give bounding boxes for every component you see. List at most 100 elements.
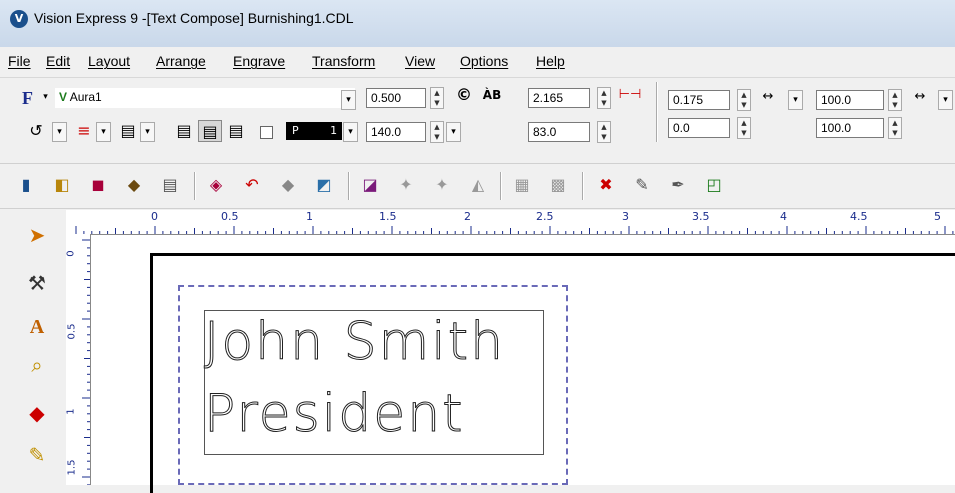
copy-icon[interactable]: ✦ — [394, 174, 418, 196]
import-icon[interactable]: ◆ — [122, 174, 146, 196]
menu-engrave[interactable]: Engrave — [233, 53, 285, 69]
rotate-dropdown[interactable]: ▾ — [52, 122, 67, 142]
rotate-icon[interactable]: ↺ — [24, 120, 48, 142]
toolpath-icon[interactable]: ◩ — [312, 174, 336, 196]
ruler-label-0-5: 0.5 — [221, 210, 239, 223]
fill-style-dropdown[interactable]: ▾ — [140, 122, 155, 142]
font-type-icon: V — [59, 90, 68, 104]
open-file-icon[interactable]: ◧ — [50, 174, 74, 196]
scale-y-spinner[interactable]: ▲ ▼ — [888, 117, 902, 139]
font-button[interactable]: F — [22, 88, 33, 109]
color-checkbox[interactable] — [260, 126, 273, 139]
value-83-field[interactable]: 83.0 — [528, 122, 590, 142]
text-line-1[interactable]: John Smith — [204, 307, 544, 377]
pencil-tool-icon[interactable]: ✎ — [24, 442, 50, 468]
line-style-icon[interactable]: ≡ — [72, 120, 96, 142]
menu-help[interactable]: Help — [536, 53, 565, 69]
font-name-field[interactable]: V Aura1 — [55, 88, 355, 108]
align-right-icon[interactable]: ▤ — [224, 120, 248, 142]
delete-icon[interactable]: ✖ — [594, 174, 618, 196]
print-icon[interactable]: ▤ — [158, 174, 182, 196]
separator — [194, 172, 196, 200]
scale-x-field[interactable]: 100.0 — [816, 90, 884, 110]
value-83-spinner[interactable]: ▲ ▼ — [597, 121, 611, 143]
ruler-label-5: 5 — [934, 210, 941, 223]
format-toolbar: F ▾ V Aura1 ▾ 0.500 ▲ ▼ © ÀB 2.165 ▲ ▼ ⊢⊣ … — [0, 78, 955, 163]
menu-file[interactable]: File — [8, 53, 31, 69]
menu-layout[interactable]: Layout — [88, 53, 130, 69]
scale-x-spinner[interactable]: ▲ ▼ — [888, 89, 902, 111]
toolbox: ➤ ⚒ A ⌕ ◆ ✎ — [14, 210, 60, 485]
separator — [500, 172, 502, 200]
color-dropdown[interactable]: ▾ — [343, 122, 358, 142]
redo-icon[interactable]: ◆ — [276, 174, 300, 196]
pos-y-spinner[interactable]: ▲ ▼ — [737, 117, 751, 139]
undo-icon[interactable]: ↶ — [240, 174, 264, 196]
h-spacing-dropdown[interactable]: ▾ — [788, 90, 803, 110]
ungroup-icon[interactable]: ▩ — [546, 174, 570, 196]
vruler-label-1: 1 — [65, 408, 77, 415]
app-logo-icon: V — [10, 10, 28, 28]
ruler-label-3-5: 3.5 — [692, 210, 710, 223]
menu-arrange[interactable]: Arrange — [156, 53, 206, 69]
pen-tool-icon[interactable]: ✒ — [666, 174, 690, 196]
menu-bar: File Edit Layout Arrange Engrave Transfo… — [0, 47, 955, 78]
line-style-dropdown[interactable]: ▾ — [96, 122, 111, 142]
fit-width-icon[interactable]: ⊢⊣ — [618, 84, 642, 106]
height-spinner[interactable]: ▲ ▼ — [430, 87, 444, 109]
pos-x-field[interactable]: 0.175 — [668, 90, 730, 110]
font-name-dropdown[interactable]: ▾ — [341, 90, 356, 110]
menu-transform[interactable]: Transform — [312, 53, 375, 69]
save-file-icon[interactable]: ◼ — [86, 174, 110, 196]
horizontal-ruler: 0 0.5 1 1.5 2 2.5 3 3.5 4 4.5 5 — [66, 210, 955, 235]
char-insert-button[interactable]: ÀB — [480, 84, 504, 106]
menu-options[interactable]: Options — [460, 53, 508, 69]
separator — [582, 172, 584, 200]
vruler-label-1-5: 1.5 — [66, 459, 78, 476]
ruler-label-1: 1 — [306, 210, 313, 223]
select-arrow-icon[interactable]: ➤ — [24, 222, 50, 248]
vertical-ruler: 0 0.5 1 1.5 — [66, 234, 91, 485]
node-edit-icon[interactable]: ✎ — [630, 174, 654, 196]
engrave-icon[interactable]: ◈ — [204, 174, 228, 196]
scale-link-icon[interactable]: ↔ — [908, 86, 932, 108]
pos-x-spinner[interactable]: ▲ ▼ — [737, 89, 751, 111]
height-field[interactable]: 0.500 — [366, 88, 426, 108]
new-file-icon[interactable]: ▮ — [14, 174, 38, 196]
menu-edit[interactable]: Edit — [46, 53, 70, 69]
layer-icon[interactable]: ◰ — [702, 174, 726, 196]
vruler-label-0: 0 — [65, 250, 77, 257]
angle-spinner[interactable]: ▲ ▼ — [430, 121, 444, 143]
text-tool-icon[interactable]: A — [24, 314, 50, 340]
fill-style-icon[interactable]: ▤ — [116, 120, 140, 142]
font-dropdown-arrow[interactable]: ▾ — [38, 88, 53, 108]
color-swatch[interactable]: P 1 — [286, 122, 342, 140]
zoom-tool-icon[interactable]: ⌕ — [24, 352, 50, 378]
group-icon[interactable]: ▦ — [510, 174, 534, 196]
width-spinner[interactable]: ▲ ▼ — [597, 87, 611, 109]
shape-tool-icon[interactable]: ◆ — [24, 400, 50, 426]
scale-y-field[interactable]: 100.0 — [816, 118, 884, 138]
align-center-icon[interactable]: ▤ — [198, 120, 222, 142]
menu-view[interactable]: View — [405, 53, 435, 69]
engrave-tool-icon[interactable]: ⚒ — [24, 270, 50, 296]
cut-icon[interactable]: ◪ — [358, 174, 382, 196]
angle-field[interactable]: 140.0 — [366, 122, 426, 142]
width-field[interactable]: 2.165 — [528, 88, 590, 108]
copyright-button[interactable]: © — [452, 84, 476, 106]
align-left-icon[interactable]: ▤ — [172, 120, 196, 142]
angle-dropdown[interactable]: ▾ — [446, 122, 461, 142]
pos-y-field[interactable]: 0.0 — [668, 118, 730, 138]
paste-icon[interactable]: ✦ — [430, 174, 454, 196]
separator — [656, 82, 658, 142]
font-name-text: Aura1 — [69, 90, 102, 104]
text-line-2[interactable]: President — [204, 379, 544, 449]
h-spacing-icon[interactable]: ↔ — [756, 86, 780, 108]
ruler-label-2-5: 2.5 — [536, 210, 554, 223]
vruler-ticks — [82, 239, 90, 485]
scale-dropdown[interactable]: ▾ — [938, 90, 953, 110]
drawing-canvas[interactable]: John Smith President — [91, 235, 955, 493]
ruler-ticks — [75, 226, 954, 234]
mirror-icon[interactable]: ◭ — [466, 174, 490, 196]
window-title: Vision Express 9 -[Text Compose] Burnish… — [34, 10, 354, 26]
